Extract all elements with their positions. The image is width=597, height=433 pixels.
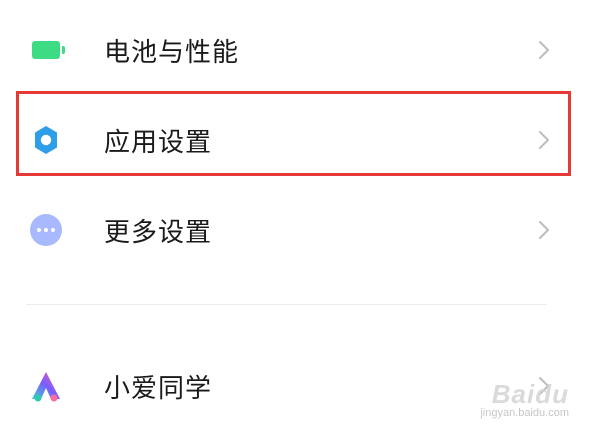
section-divider bbox=[26, 304, 547, 305]
watermark-logo: Baidu bbox=[491, 379, 569, 409]
gear-icon bbox=[26, 120, 66, 160]
chevron-right-icon bbox=[539, 41, 549, 59]
chevron-right-icon bbox=[539, 221, 549, 239]
settings-item-label: 应用设置 bbox=[104, 127, 213, 158]
settings-item-battery-performance[interactable]: 电池与性能 bbox=[0, 6, 597, 94]
xiaoai-icon bbox=[26, 366, 66, 406]
more-dots-icon bbox=[26, 210, 66, 250]
battery-icon bbox=[26, 30, 66, 70]
watermark-domain: jingyan.baidu.com bbox=[480, 407, 569, 419]
settings-item-label: 小爱同学 bbox=[104, 373, 213, 404]
settings-screen: 电池与性能 应用设置 更多设置 小爱同学 Baidu jingyan.baidu… bbox=[0, 0, 597, 433]
settings-item-more-settings[interactable]: 更多设置 bbox=[0, 186, 597, 274]
chevron-right-icon bbox=[539, 131, 549, 149]
baidu-watermark: Baidu jingyan.baidu.com bbox=[480, 379, 569, 419]
settings-item-label: 电池与性能 bbox=[104, 37, 240, 68]
settings-item-label: 更多设置 bbox=[104, 217, 213, 248]
settings-item-app-settings[interactable]: 应用设置 bbox=[0, 96, 597, 184]
